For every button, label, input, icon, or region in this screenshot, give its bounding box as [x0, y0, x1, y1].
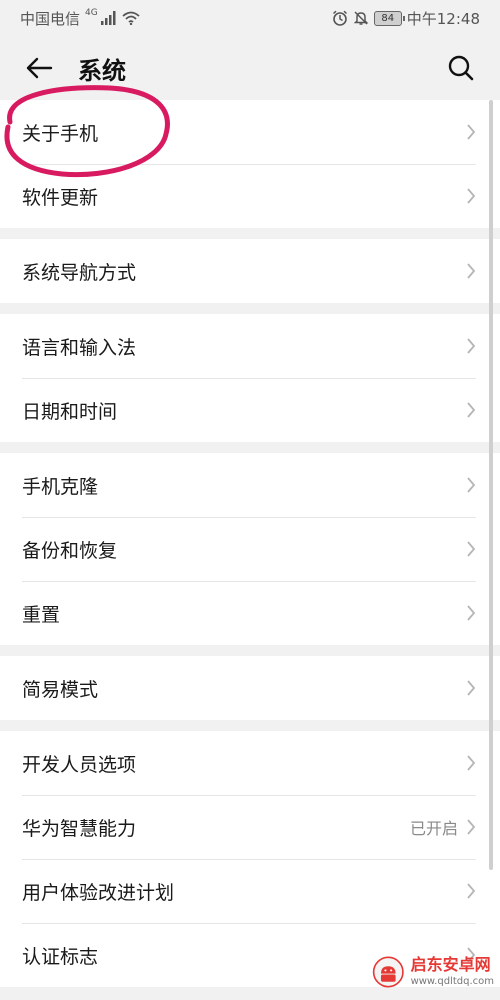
chevron-right-icon: [466, 401, 476, 419]
row-label: 日期和时间: [22, 400, 118, 423]
chevron-right-icon: [466, 540, 476, 558]
settings-group-language-time: 语言和输入法 日期和时间: [0, 314, 500, 442]
row-label: 语言和输入法: [22, 336, 137, 359]
row-label: 开发人员选项: [22, 753, 137, 776]
alarm-icon: [332, 10, 347, 26]
settings-screen: 中国电信 4G 84 中午12:48 系统 关于手机 软件更新 系统导航方式 语…: [0, 0, 500, 1000]
watermark-name: 启东安卓网: [410, 955, 491, 974]
search-button[interactable]: [444, 51, 478, 85]
carrier-name: 中国电信: [20, 9, 81, 28]
status-bar: 中国电信 4G 84 中午12:48: [0, 0, 500, 36]
row-language-input[interactable]: 语言和输入法: [0, 314, 500, 378]
chevron-right-icon: [466, 187, 476, 205]
arrow-back-icon: [26, 57, 53, 79]
chevron-right-icon: [466, 754, 476, 772]
row-phone-clone[interactable]: 手机克隆: [0, 453, 500, 517]
row-label: 华为智慧能力: [22, 817, 137, 840]
chevron-right-icon: [466, 123, 476, 141]
app-bar: 系统: [0, 36, 500, 100]
chevron-right-icon: [466, 679, 476, 697]
site-watermark: 启东安卓网 www.qdltdq.com: [372, 948, 494, 996]
watermark-text: 启东安卓网 www.qdltdq.com: [411, 955, 494, 989]
settings-group-device: 关于手机 软件更新: [0, 100, 500, 228]
wifi-icon: [122, 11, 140, 25]
chevron-right-icon: [466, 262, 476, 280]
status-left: 中国电信 4G: [20, 8, 140, 29]
row-label: 系统导航方式: [22, 261, 137, 284]
row-developer-options[interactable]: 开发人员选项: [0, 731, 500, 795]
watermark-url: www.qdltdq.com: [410, 976, 494, 987]
search-icon: [448, 55, 474, 81]
row-about-phone[interactable]: 关于手机: [0, 100, 500, 164]
row-label: 关于手机: [22, 122, 99, 145]
row-label: 简易模式: [22, 678, 99, 701]
row-label: 软件更新: [22, 186, 99, 209]
signal-icon: [100, 11, 116, 25]
row-label: 认证标志: [22, 945, 99, 968]
status-right: 84 中午12:48: [332, 8, 480, 29]
row-backup-restore[interactable]: 备份和恢复: [0, 517, 500, 581]
battery-indicator: 84: [373, 10, 405, 26]
row-label: 手机克隆: [22, 475, 99, 498]
row-software-update[interactable]: 软件更新: [0, 164, 500, 228]
chevron-right-icon: [466, 337, 476, 355]
chevron-right-icon: [466, 604, 476, 622]
back-button[interactable]: [22, 51, 56, 85]
network-type: 4G: [85, 8, 98, 18]
android-logo-icon: [372, 956, 404, 988]
row-huawei-smart-ability[interactable]: 华为智慧能力 已开启: [0, 795, 500, 859]
settings-list: 关于手机 软件更新 系统导航方式 语言和输入法 日期和时间 手机克隆 备份和恢复…: [0, 100, 500, 987]
row-status-value: 已开启: [409, 819, 458, 838]
chevron-right-icon: [466, 476, 476, 494]
row-date-time[interactable]: 日期和时间: [0, 378, 500, 442]
chevron-right-icon: [466, 882, 476, 900]
settings-group-simple-mode: 简易模式: [0, 656, 500, 720]
notifications-off-icon: [353, 11, 369, 25]
row-label: 用户体验改进计划: [22, 881, 175, 904]
row-label: 重置: [22, 603, 61, 626]
row-user-experience-program[interactable]: 用户体验改进计划: [0, 859, 500, 923]
row-label: 备份和恢复: [22, 539, 118, 562]
settings-group-backup: 手机克隆 备份和恢复 重置: [0, 453, 500, 645]
scrollbar[interactable]: [489, 100, 493, 870]
chevron-right-icon: [466, 818, 476, 836]
row-simple-mode[interactable]: 简易模式: [0, 656, 500, 720]
clock-time: 中午12:48: [406, 9, 480, 28]
row-system-navigation[interactable]: 系统导航方式: [0, 239, 500, 303]
settings-group-navigation: 系统导航方式: [0, 239, 500, 303]
row-reset[interactable]: 重置: [0, 581, 500, 645]
page-title: 系统: [78, 56, 126, 85]
